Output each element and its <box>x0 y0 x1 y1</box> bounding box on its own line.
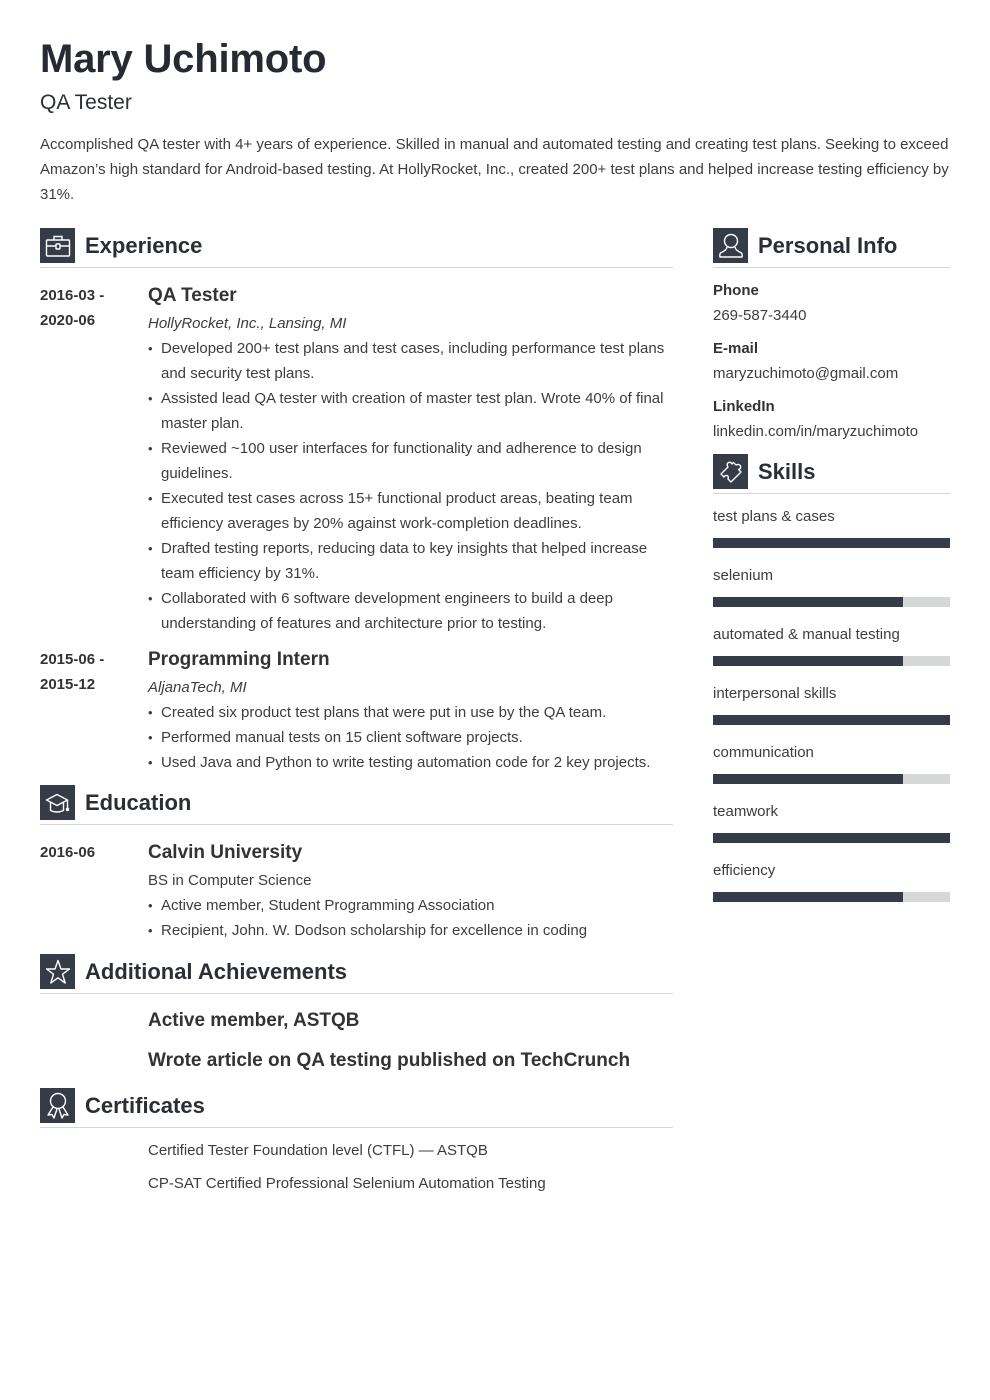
list-item: Used Java and Python to write testing au… <box>148 750 673 775</box>
award-ribbon-icon <box>40 1088 75 1123</box>
puzzle-piece-icon <box>713 454 748 489</box>
list-item: Active member, Student Programming Assoc… <box>148 893 673 918</box>
skill-item: automated & manual testing <box>713 625 950 666</box>
phone-value: 269-587-3440 <box>713 307 807 324</box>
skill-name: automated & manual testing <box>713 626 900 643</box>
briefcase-icon <box>40 228 75 263</box>
list-item: Executed test cases across 15+ functiona… <box>148 486 673 536</box>
skills-section-header: Skills <box>713 454 950 494</box>
skill-item: test plans & cases <box>713 507 950 548</box>
personal-info-linkedin: LinkedIn linkedin.com/in/maryzuchimoto <box>713 397 950 442</box>
skill-name: teamwork <box>713 803 779 820</box>
list-item: Recipient, John. W. Dodson scholarship f… <box>148 918 673 943</box>
section-title: Additional Achievements <box>85 958 348 984</box>
skill-level-bar <box>713 774 950 784</box>
field-label: LinkedIn <box>713 398 775 415</box>
bullet-list: Created six product test plans that were… <box>148 700 673 775</box>
skill-name: communication <box>713 744 814 761</box>
list-item: Collaborated with 6 software development… <box>148 586 673 636</box>
entry-date: 2016-03 - 2020-06 <box>40 282 148 636</box>
list-item: Created six product test plans that were… <box>148 700 673 725</box>
bullet-list: Active member, Student Programming Assoc… <box>148 893 673 943</box>
bullet-list: Developed 200+ test plans and test cases… <box>148 336 673 636</box>
certificate-item: CP-SAT Certified Professional Selenium A… <box>148 1175 546 1192</box>
section-title: Education <box>85 789 192 815</box>
list-item: Drafted testing reports, reducing data t… <box>148 536 673 586</box>
list-item: Performed manual tests on 15 client soft… <box>148 725 673 750</box>
entry-date: 2015-06 - 2015-12 <box>40 646 148 775</box>
email-value[interactable]: maryzuchimoto@gmail.com <box>713 364 950 384</box>
skill-item: efficiency <box>713 861 950 902</box>
date-end: 2015-12 <box>40 676 96 693</box>
date-end: 2020-06 <box>40 312 96 329</box>
entry-date: 2016-06 <box>40 844 96 861</box>
skill-name: interpersonal skills <box>713 685 837 702</box>
skill-level-bar <box>713 892 950 902</box>
sidebar-column: Personal Info Phone 269-587-3440 E-mail … <box>713 228 950 902</box>
skill-item: teamwork <box>713 802 950 843</box>
skill-level-bar <box>713 833 950 843</box>
company: HollyRocket, Inc., Lansing, MI <box>148 315 347 332</box>
candidate-name: Mary Uchimoto <box>40 37 327 81</box>
section-title: Experience <box>85 232 203 258</box>
skill-level-fill <box>713 538 950 548</box>
company: AljanaTech, MI <box>148 679 247 696</box>
personal-info-email: E-mail maryzuchimoto@gmail.com <box>713 339 950 384</box>
certificate-item: Certified Tester Foundation level (CTFL)… <box>148 1142 488 1159</box>
role-title: QA Tester <box>148 285 237 306</box>
skill-item: communication <box>713 743 950 784</box>
user-icon <box>713 228 748 263</box>
experience-entry: 2016-03 - 2020-06 QA Tester HollyRocket,… <box>40 282 673 636</box>
main-column: Experience 2016-03 - 2020-06 QA Tester H… <box>40 228 673 1194</box>
section-title: Skills <box>758 458 816 484</box>
star-icon <box>40 954 75 989</box>
linkedin-value[interactable]: linkedin.com/in/maryzuchimoto <box>713 422 950 442</box>
skill-level-fill <box>713 774 903 784</box>
summary: Accomplished QA tester with 4+ years of … <box>40 136 949 203</box>
personal-info-section-header: Personal Info <box>713 228 950 268</box>
skill-level-bar <box>713 715 950 725</box>
personal-info-phone: Phone 269-587-3440 <box>713 281 950 326</box>
skill-level-fill <box>713 892 903 902</box>
skill-level-bar <box>713 597 950 607</box>
skill-item: interpersonal skills <box>713 684 950 725</box>
list-item: Developed 200+ test plans and test cases… <box>148 336 673 386</box>
skill-level-bar <box>713 656 950 666</box>
graduation-cap-icon <box>40 785 75 820</box>
date-start: 2016-03 - <box>40 287 105 304</box>
skill-level-fill <box>713 597 903 607</box>
experience-section-header: Experience <box>40 228 673 268</box>
skill-name: test plans & cases <box>713 508 835 525</box>
skill-level-fill <box>713 833 950 843</box>
skills-list: test plans & cases selenium automated & ma… <box>713 507 950 902</box>
school-name: Calvin University <box>148 842 303 863</box>
skill-level-fill <box>713 715 950 725</box>
section-title: Personal Info <box>758 232 898 258</box>
skill-name: efficiency <box>713 862 776 879</box>
list-item: Assisted lead QA tester with creation of… <box>148 386 673 436</box>
education-entry: 2016-06 Calvin University BS in Computer… <box>40 839 673 943</box>
skill-level-fill <box>713 656 903 666</box>
skill-level-bar <box>713 538 950 548</box>
job-title: QA Tester <box>40 91 132 114</box>
degree: BS in Computer Science <box>148 872 312 889</box>
list-item: Reviewed ~100 user interfaces for functi… <box>148 436 673 486</box>
certificates-section-header: Certificates <box>40 1088 673 1128</box>
section-title: Certificates <box>85 1092 205 1118</box>
achievements-section-header: Additional Achievements <box>40 954 673 994</box>
experience-entry: 2015-06 - 2015-12 Programming Intern Alj… <box>40 646 673 775</box>
achievement-item: Wrote article on QA testing published on… <box>148 1050 631 1071</box>
date-start: 2015-06 - <box>40 651 105 668</box>
field-label: Phone <box>713 282 759 299</box>
achievement-item: Active member, ASTQB <box>148 1010 360 1031</box>
field-label: E-mail <box>713 340 759 357</box>
education-section-header: Education <box>40 785 673 825</box>
skill-name: selenium <box>713 567 774 584</box>
role-title: Programming Intern <box>148 649 330 670</box>
skill-item: selenium <box>713 566 950 607</box>
